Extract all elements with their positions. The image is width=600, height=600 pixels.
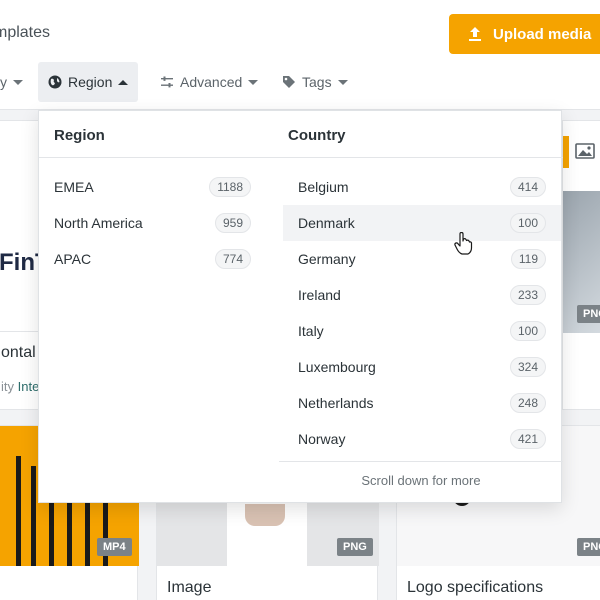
country-option-count: 248	[509, 393, 546, 413]
region-option-label: APAC	[54, 251, 92, 267]
scroll-hint: Scroll down for more	[361, 473, 481, 488]
country-option-ireland[interactable]: Ireland 233	[283, 277, 561, 313]
hand-cursor-icon	[454, 232, 473, 255]
country-option-norway[interactable]: Norway 421	[283, 421, 561, 457]
region-column-header: Region	[54, 127, 105, 144]
globe-icon	[48, 75, 62, 89]
country-option-germany[interactable]: Germany 119	[283, 241, 561, 277]
region-option-label: EMEA	[54, 179, 94, 195]
filter-category[interactable]: y	[0, 62, 33, 102]
country-option-count: 324	[509, 357, 546, 377]
region-dropdown: Region Country EMEA 1188 North America 9…	[38, 110, 563, 503]
divider	[39, 157, 563, 158]
country-option-belgium[interactable]: Belgium 414	[283, 169, 561, 205]
tag-icon	[283, 76, 295, 88]
country-option-count: 100	[509, 321, 546, 341]
country-option-italy[interactable]: Italy 100	[283, 313, 561, 349]
file-type-badge: MP4	[97, 538, 132, 556]
sliders-icon	[161, 76, 173, 88]
country-option-label: Germany	[298, 251, 356, 267]
chevron-up-icon	[118, 79, 129, 85]
region-option-label: North America	[54, 215, 143, 231]
asset-card-right[interactable]: PNG	[562, 120, 600, 410]
region-option-count: 959	[214, 213, 251, 233]
country-column-header: Country	[288, 127, 346, 144]
filter-advanced-label: Advanced	[180, 74, 243, 90]
image-icon[interactable]	[575, 143, 595, 159]
region-option-north-america[interactable]: North America 959	[39, 205, 263, 241]
top-bar: mplates Upload media y Region Advanced T…	[0, 0, 600, 110]
file-type-badge: PNG	[577, 538, 600, 556]
country-option-label: Belgium	[298, 179, 349, 195]
region-option-count: 1188	[209, 177, 251, 197]
country-option-count: 100	[509, 213, 546, 233]
file-type-badge: PNG	[337, 538, 373, 556]
filter-advanced[interactable]: Advanced	[150, 62, 268, 102]
region-option-apac[interactable]: APAC 774	[39, 241, 263, 277]
country-option-count: 119	[510, 249, 546, 269]
filter-region-label: Region	[68, 74, 113, 90]
country-option-luxembourg[interactable]: Luxembourg 324	[283, 349, 561, 385]
upload-media-label: Upload media	[493, 25, 592, 43]
country-option-label: Netherlands	[298, 395, 374, 411]
filter-tags[interactable]: Tags	[272, 62, 358, 102]
file-type-badge: PNG	[577, 305, 600, 323]
country-option-label: Italy	[298, 323, 324, 339]
filter-tags-label: Tags	[302, 74, 332, 90]
chevron-down-icon	[248, 79, 259, 85]
country-option-label: Luxembourg	[298, 359, 376, 375]
country-option-label: Ireland	[298, 287, 341, 303]
country-option-denmark[interactable]: Denmark 100	[283, 205, 561, 241]
chevron-down-icon	[337, 79, 348, 85]
filter-category-label: y	[0, 74, 7, 90]
card-title: Logo specifications	[407, 579, 544, 596]
country-option-label: Denmark	[298, 215, 355, 231]
region-option-count: 774	[214, 249, 251, 269]
card-title: Image	[167, 579, 212, 596]
page-title: mplates	[0, 24, 51, 41]
accent-bar	[563, 136, 569, 168]
upload-media-button[interactable]: Upload media	[449, 14, 600, 54]
divider	[279, 461, 563, 462]
country-option-netherlands[interactable]: Netherlands 248	[283, 385, 561, 421]
region-option-emea[interactable]: EMEA 1188	[39, 169, 263, 205]
country-option-count: 421	[509, 429, 546, 449]
card-title: ontal	[1, 344, 36, 361]
country-option-count: 233	[509, 285, 546, 305]
upload-icon	[469, 27, 481, 41]
country-option-count: 414	[509, 177, 546, 197]
country-option-label: Norway	[298, 431, 346, 447]
card-meta: ity Inte	[1, 379, 40, 394]
filter-region[interactable]: Region	[38, 62, 139, 102]
chevron-down-icon	[13, 79, 23, 85]
